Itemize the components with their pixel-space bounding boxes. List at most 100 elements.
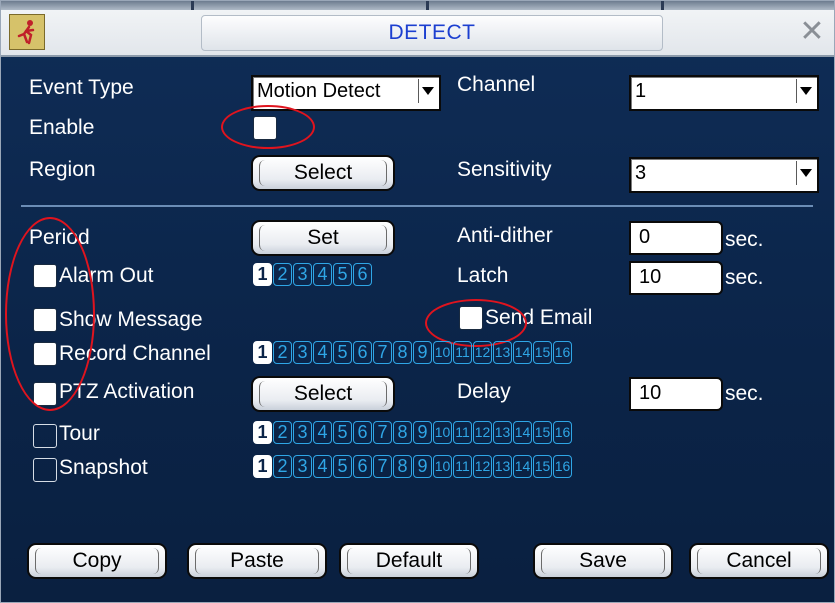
tour-checkbox[interactable]	[33, 424, 57, 448]
tour-channel-10[interactable]: 10	[433, 421, 452, 444]
enable-label: Enable	[29, 116, 95, 139]
strip-separator	[191, 1, 194, 10]
tour-channel-4[interactable]: 4	[313, 421, 332, 444]
record-channel-9[interactable]: 9	[413, 341, 432, 364]
snapshot-channels: 1 2 3 4 5 6 7 8 9 10 11 12 13 14 15 16	[253, 455, 572, 478]
alarm-out-channels: 1 2 3 4 5 6	[253, 263, 372, 286]
snapshot-channel-11[interactable]: 11	[453, 455, 472, 478]
close-icon[interactable]: ✕	[797, 17, 827, 47]
copy-button[interactable]: Copy	[27, 543, 167, 579]
record-channel-11[interactable]: 11	[453, 341, 472, 364]
cancel-button[interactable]: Cancel	[689, 543, 829, 579]
triangle-down-icon[interactable]	[796, 161, 815, 185]
alarm-out-channel-2[interactable]: 2	[273, 263, 292, 286]
default-button[interactable]: Default	[339, 543, 479, 579]
save-button[interactable]: Save	[533, 543, 673, 579]
snapshot-channel-2[interactable]: 2	[273, 455, 292, 478]
snapshot-channel-13[interactable]: 13	[493, 455, 512, 478]
record-channel-numbers: 1 2 3 4 5 6 7 8 9 10 11 12 13 14 15 16	[253, 341, 572, 364]
record-channel-5[interactable]: 5	[333, 341, 352, 364]
period-set-button[interactable]: Set	[251, 220, 395, 256]
record-channel-1[interactable]: 1	[253, 341, 272, 364]
record-channel-12[interactable]: 12	[473, 341, 492, 364]
alarm-out-channel-1[interactable]: 1	[253, 263, 272, 286]
record-channel-14[interactable]: 14	[513, 341, 532, 364]
record-channel-3[interactable]: 3	[293, 341, 312, 364]
delay-value: 10	[639, 382, 662, 404]
tour-channel-7[interactable]: 7	[373, 421, 392, 444]
alarm-out-channel-6[interactable]: 6	[353, 263, 372, 286]
latch-input[interactable]: 10	[629, 261, 723, 295]
channel-value: 1	[635, 80, 647, 102]
record-channel-2[interactable]: 2	[273, 341, 292, 364]
record-channel-10[interactable]: 10	[433, 341, 452, 364]
triangle-down-icon[interactable]	[796, 79, 815, 103]
region-select-button[interactable]: Select	[251, 155, 395, 191]
anti-dither-unit: sec.	[725, 228, 764, 251]
tour-channel-12[interactable]: 12	[473, 421, 492, 444]
alarm-out-channel-5[interactable]: 5	[333, 263, 352, 286]
sensitivity-value: 3	[635, 162, 647, 184]
section-divider	[21, 205, 813, 207]
snapshot-checkbox[interactable]	[33, 458, 57, 482]
alarm-out-channel-4[interactable]: 4	[313, 263, 332, 286]
tour-channel-9[interactable]: 9	[413, 421, 432, 444]
region-label: Region	[29, 158, 96, 181]
record-channel-13[interactable]: 13	[493, 341, 512, 364]
annotation-ellipse	[221, 105, 315, 149]
record-channel-4[interactable]: 4	[313, 341, 332, 364]
tour-channel-3[interactable]: 3	[293, 421, 312, 444]
snapshot-channel-5[interactable]: 5	[333, 455, 352, 478]
top-strip	[1, 1, 834, 10]
snapshot-channel-8[interactable]: 8	[393, 455, 412, 478]
detect-dialog: DETECT ✕ Event Type Motion Detect Channe…	[0, 0, 835, 603]
tour-channel-6[interactable]: 6	[353, 421, 372, 444]
ptz-select-button[interactable]: Select	[251, 376, 395, 412]
anti-dither-label: Anti-dither	[457, 224, 553, 247]
channel-label: Channel	[457, 73, 536, 96]
tour-channel-14[interactable]: 14	[513, 421, 532, 444]
tour-channel-2[interactable]: 2	[273, 421, 292, 444]
tour-channel-8[interactable]: 8	[393, 421, 412, 444]
tour-channels: 1 2 3 4 5 6 7 8 9 10 11 12 13 14 15 16	[253, 421, 572, 444]
record-channel-16[interactable]: 16	[553, 341, 572, 364]
tour-channel-15[interactable]: 15	[533, 421, 552, 444]
snapshot-channel-16[interactable]: 16	[553, 455, 572, 478]
snapshot-channel-7[interactable]: 7	[373, 455, 392, 478]
title-bar[interactable]: DETECT ✕	[1, 1, 834, 57]
latch-unit: sec.	[725, 266, 764, 289]
tour-label: Tour	[59, 422, 100, 445]
snapshot-channel-4[interactable]: 4	[313, 455, 332, 478]
snapshot-channel-15[interactable]: 15	[533, 455, 552, 478]
latch-label: Latch	[457, 264, 509, 287]
tour-channel-16[interactable]: 16	[553, 421, 572, 444]
alarm-out-channel-3[interactable]: 3	[293, 263, 312, 286]
tour-channel-1[interactable]: 1	[253, 421, 272, 444]
triangle-down-icon[interactable]	[418, 79, 437, 103]
snapshot-channel-9[interactable]: 9	[413, 455, 432, 478]
delay-label: Delay	[457, 380, 511, 403]
channel-dropdown[interactable]: 1	[629, 75, 819, 111]
record-channel-8[interactable]: 8	[393, 341, 412, 364]
record-channel-6[interactable]: 6	[353, 341, 372, 364]
snapshot-channel-6[interactable]: 6	[353, 455, 372, 478]
record-channel-15[interactable]: 15	[533, 341, 552, 364]
snapshot-channel-14[interactable]: 14	[513, 455, 532, 478]
snapshot-label: Snapshot	[59, 456, 148, 479]
snapshot-channel-12[interactable]: 12	[473, 455, 492, 478]
tour-channel-11[interactable]: 11	[453, 421, 472, 444]
paste-button[interactable]: Paste	[187, 543, 327, 579]
tour-channel-13[interactable]: 13	[493, 421, 512, 444]
delay-unit: sec.	[725, 382, 764, 405]
snapshot-channel-10[interactable]: 10	[433, 455, 452, 478]
snapshot-channel-3[interactable]: 3	[293, 455, 312, 478]
record-channel-7[interactable]: 7	[373, 341, 392, 364]
snapshot-channel-1[interactable]: 1	[253, 455, 272, 478]
tour-channel-5[interactable]: 5	[333, 421, 352, 444]
sensitivity-label: Sensitivity	[457, 158, 552, 181]
event-type-value: Motion Detect	[257, 80, 381, 102]
anti-dither-input[interactable]: 0	[629, 221, 723, 255]
sensitivity-dropdown[interactable]: 3	[629, 157, 819, 193]
delay-input[interactable]: 10	[629, 377, 723, 411]
running-man-icon	[9, 14, 45, 50]
